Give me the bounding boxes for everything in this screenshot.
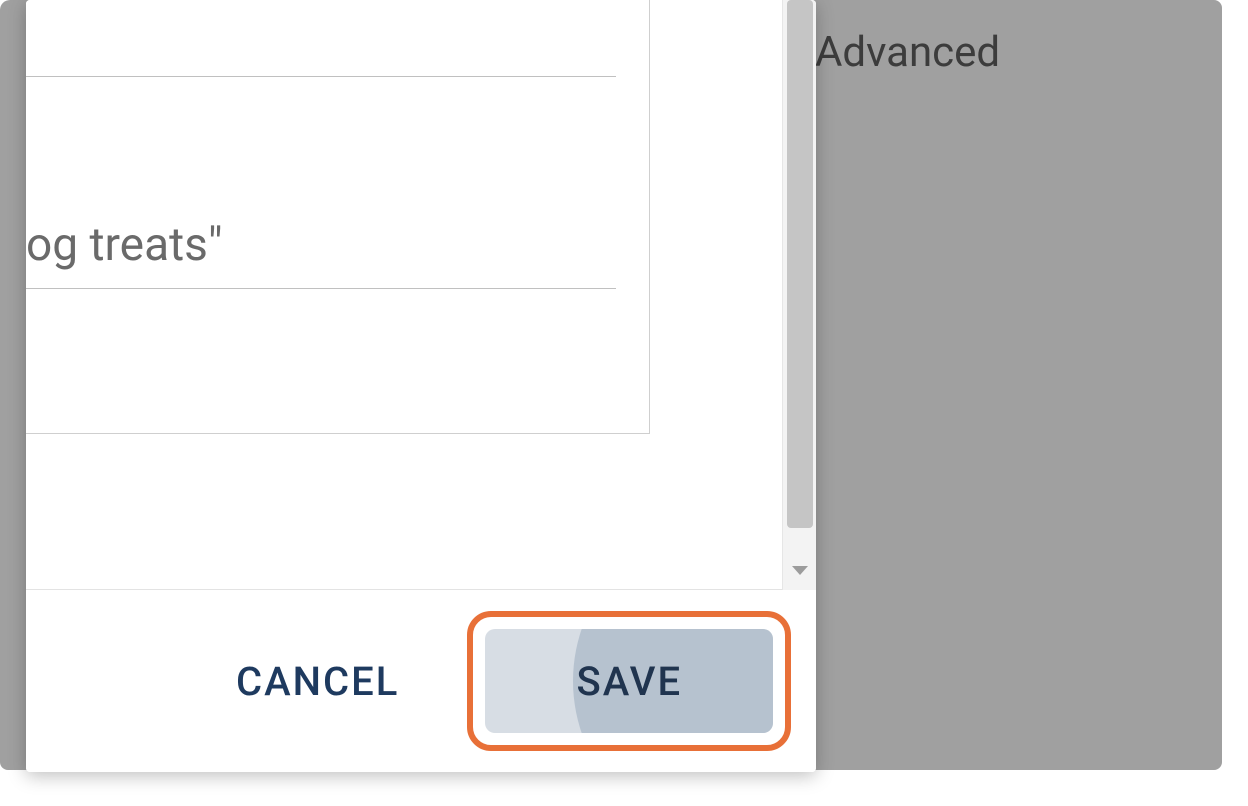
text-input-value[interactable]: og treats" [26, 218, 223, 272]
form-panel: og treats" [26, 0, 650, 434]
save-button-label: SAVE [577, 658, 683, 705]
scrollbar-track[interactable] [782, 0, 816, 590]
cancel-button[interactable]: CANCEL [226, 638, 409, 725]
modal-dialog: og treats" CANCEL SAVE [26, 0, 816, 772]
viewport: Advanced og treats" CANCEL [0, 0, 1248, 806]
modal-footer: CANCEL SAVE [26, 590, 816, 772]
input-underline [26, 288, 616, 289]
scrollbar-down-button[interactable] [783, 556, 816, 584]
chevron-down-icon [790, 563, 810, 577]
save-button-highlight: SAVE [467, 611, 791, 751]
background-label: Advanced [815, 28, 1000, 77]
input-underline [26, 76, 616, 77]
save-button[interactable]: SAVE [485, 629, 773, 733]
modal-body: og treats" [26, 0, 816, 590]
scrollbar-thumb[interactable] [787, 0, 813, 528]
